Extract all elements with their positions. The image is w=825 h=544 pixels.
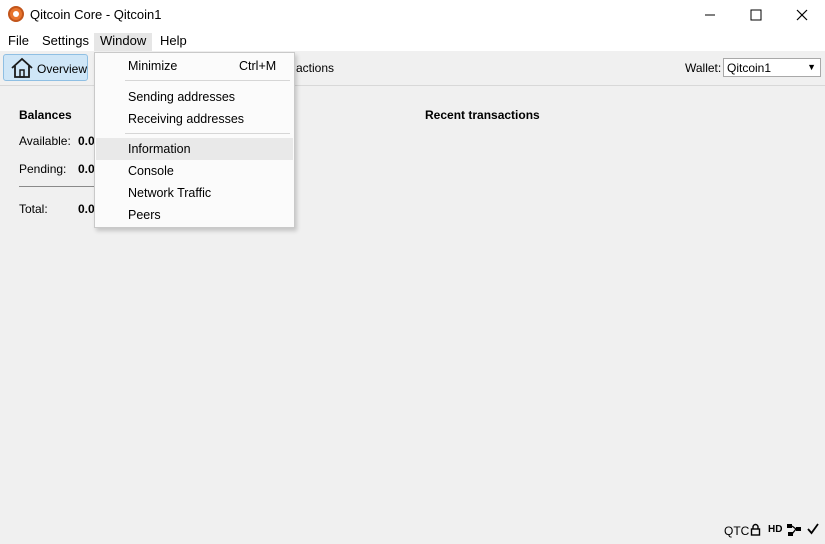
transactions-tab[interactable]: actions xyxy=(296,61,334,75)
overview-label: Overview xyxy=(37,62,88,76)
minimize-shortcut: Ctrl+M xyxy=(239,59,277,73)
window-menu-dropdown: Minimize Ctrl+M Sending addresses Receiv… xyxy=(94,52,295,228)
menu-file[interactable]: File xyxy=(2,33,35,51)
status-bar: QTC HD xyxy=(0,518,825,544)
menu-window[interactable]: Window xyxy=(94,33,153,51)
balance-separator xyxy=(19,186,95,187)
pending-label: Pending: xyxy=(19,162,67,176)
peers-label: Peers xyxy=(128,208,161,222)
console-label: Console xyxy=(128,164,174,178)
window-title: Qitcoin Core - Qitcoin1 xyxy=(30,7,162,22)
qitcoin-logo-icon xyxy=(8,6,24,22)
menu-item-receiving-addresses[interactable]: Receiving addresses xyxy=(96,108,293,130)
wallet-select-value: Qitcoin1 xyxy=(727,61,772,75)
menu-item-network-traffic[interactable]: Network Traffic xyxy=(96,182,293,204)
network-traffic-label: Network Traffic xyxy=(128,186,212,200)
menu-settings[interactable]: Settings xyxy=(36,33,95,51)
pending-value: 0.0 xyxy=(78,162,95,176)
menu-bar: File Settings Window Help xyxy=(0,30,825,51)
wallet-label: Wallet: xyxy=(685,61,722,75)
hd-indicator: HD xyxy=(768,524,783,535)
minimize-button[interactable] xyxy=(687,0,733,30)
available-label: Available: xyxy=(19,134,71,148)
maximize-icon xyxy=(750,9,762,21)
total-value: 0.0 xyxy=(78,202,95,216)
menu-item-peers[interactable]: Peers xyxy=(96,204,293,226)
balances-heading: Balances xyxy=(19,108,72,122)
home-icon xyxy=(11,57,33,78)
minimize-label: Minimize xyxy=(128,59,178,73)
unit-display[interactable]: QTC xyxy=(724,524,749,538)
wallet-select[interactable]: Qitcoin1 ▼ xyxy=(723,58,821,77)
close-icon xyxy=(796,9,808,21)
menu-separator xyxy=(125,133,290,134)
menu-item-information[interactable]: Information xyxy=(96,138,293,160)
menu-item-console[interactable]: Console xyxy=(96,160,293,182)
checkmark-icon xyxy=(807,523,819,535)
menu-separator xyxy=(125,80,290,81)
total-label: Total: xyxy=(19,202,48,216)
overview-tab[interactable]: Overview xyxy=(3,54,88,81)
network-icon[interactable] xyxy=(786,522,802,538)
minimize-icon xyxy=(705,14,715,16)
close-button[interactable] xyxy=(779,0,825,30)
maximize-button[interactable] xyxy=(733,0,779,30)
recent-transactions-heading: Recent transactions xyxy=(425,108,540,122)
chevron-down-icon: ▼ xyxy=(807,62,816,72)
available-value: 0.0 xyxy=(78,134,95,148)
menu-help[interactable]: Help xyxy=(154,33,193,51)
title-bar: Qitcoin Core - Qitcoin1 xyxy=(0,0,825,30)
lock-icon xyxy=(750,523,761,536)
menu-item-minimize[interactable]: Minimize Ctrl+M xyxy=(96,55,293,77)
receiving-addresses-label: Receiving addresses xyxy=(128,112,245,126)
sending-addresses-label: Sending addresses xyxy=(128,90,236,104)
menu-item-sending-addresses[interactable]: Sending addresses xyxy=(96,86,293,108)
information-label: Information xyxy=(128,142,191,156)
